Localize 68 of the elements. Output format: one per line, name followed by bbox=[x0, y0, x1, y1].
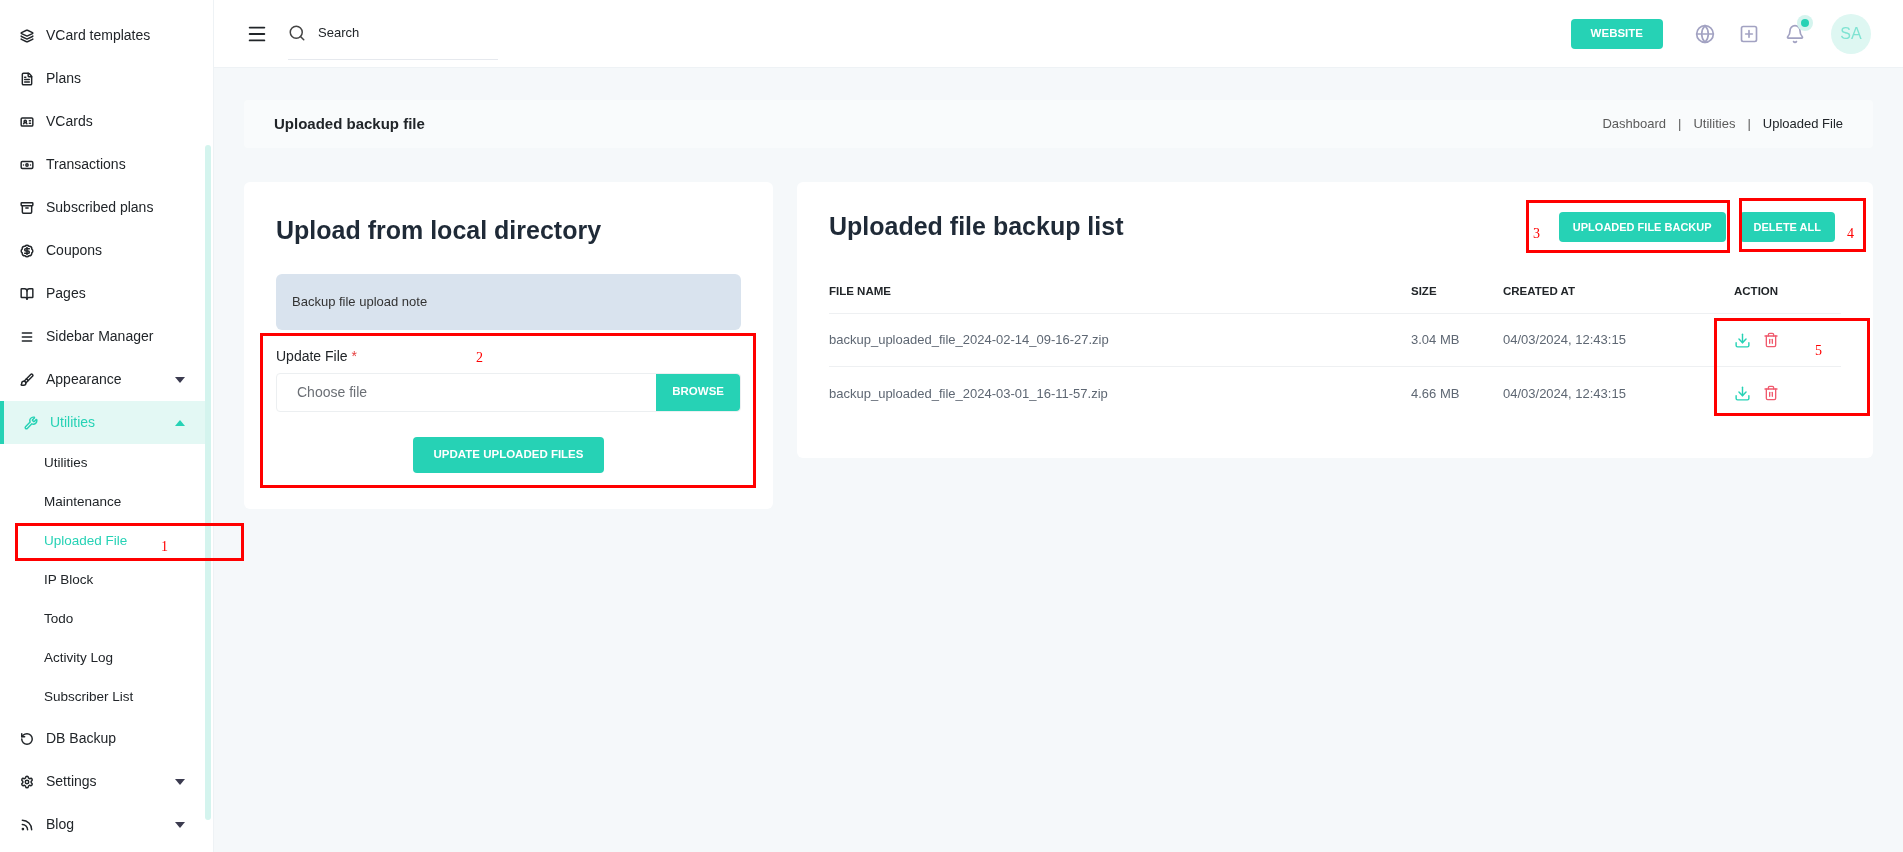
date-cell: 04/03/2024, 12:43:15 bbox=[1503, 366, 1734, 420]
sidebar-item[interactable]: Sidebar Manager bbox=[0, 315, 205, 358]
sidebar-item[interactable]: Settings bbox=[0, 760, 205, 803]
field-label: Update File * bbox=[276, 346, 357, 366]
money-bag-icon bbox=[20, 243, 34, 258]
layers-icon bbox=[20, 28, 34, 43]
book-icon bbox=[20, 286, 34, 301]
column-header: SIZE bbox=[1411, 269, 1503, 314]
sidebar-subitem[interactable]: Utilities bbox=[44, 453, 88, 474]
caret-icon bbox=[175, 821, 185, 828]
size-cell: 4.66 MB bbox=[1411, 366, 1503, 420]
annotation-number: 3 bbox=[1533, 225, 1540, 243]
sidebar-item[interactable]: Appearance bbox=[0, 358, 205, 401]
file-input[interactable]: Choose file bbox=[277, 373, 657, 411]
annotation-number: 4 bbox=[1847, 225, 1854, 243]
caret-icon bbox=[175, 778, 185, 785]
document-icon bbox=[20, 71, 34, 86]
sidebar-item[interactable]: VCard templates bbox=[0, 14, 205, 57]
column-header: CREATED AT bbox=[1503, 269, 1734, 314]
id-card-icon bbox=[20, 114, 34, 129]
column-header: FILE NAME bbox=[829, 269, 1411, 314]
search-field[interactable]: Search bbox=[288, 7, 498, 60]
breadcrumb-link[interactable]: Utilities bbox=[1693, 114, 1736, 134]
caret-icon bbox=[175, 376, 185, 383]
list-icon bbox=[20, 329, 34, 344]
sidebar-subitem[interactable]: Maintenance bbox=[44, 492, 122, 513]
page-title: Uploaded backup file bbox=[274, 113, 425, 134]
plus-square-icon[interactable] bbox=[1739, 23, 1759, 44]
file-name-cell: backup_uploaded_file_2024-02-14_09-16-27.zip bbox=[829, 313, 1411, 367]
sidebar-subitem[interactable]: Subscriber List bbox=[44, 687, 134, 708]
brush-icon bbox=[20, 372, 34, 387]
size-cell: 3.04 MB bbox=[1411, 313, 1503, 367]
sidebar-subitem[interactable]: Activity Log bbox=[44, 648, 114, 669]
card-title: Upload from local directory bbox=[276, 215, 603, 246]
trash-icon[interactable] bbox=[1763, 332, 1779, 348]
search-input[interactable]: Search bbox=[318, 23, 468, 43]
download-icon[interactable] bbox=[1734, 331, 1751, 349]
date-cell: 04/03/2024, 12:43:15 bbox=[1503, 313, 1734, 367]
sidebar-item[interactable]: Plans bbox=[0, 57, 205, 100]
feed-icon bbox=[20, 817, 34, 832]
caret-icon bbox=[175, 419, 185, 426]
annotation-number: 2 bbox=[476, 349, 483, 367]
globe-icon[interactable] bbox=[1695, 23, 1715, 44]
sidebar-subitem[interactable]: IP Block bbox=[44, 570, 94, 591]
sidebar-item[interactable]: DB Backup bbox=[0, 717, 205, 760]
settings-icon bbox=[20, 774, 34, 789]
sidebar-item[interactable]: Blog bbox=[0, 803, 205, 846]
sidebar-item[interactable]: VCards bbox=[0, 100, 205, 143]
trash-icon[interactable] bbox=[1763, 385, 1779, 402]
download-icon[interactable] bbox=[1734, 384, 1751, 402]
card-title: Uploaded file backup list bbox=[829, 211, 1124, 242]
note-box: Backup file upload note bbox=[276, 273, 741, 330]
wrench-icon bbox=[24, 415, 38, 430]
file-name-cell: backup_uploaded_file_2024-03-01_16-11-57.zip bbox=[829, 366, 1411, 420]
annotation-number: 5 bbox=[1815, 342, 1822, 360]
breadcrumb-separator: | bbox=[1747, 115, 1751, 134]
sidebar-item[interactable]: Coupons bbox=[0, 229, 205, 272]
sidebar-item[interactable]: Transactions bbox=[0, 143, 205, 186]
sidebar-item[interactable]: Pages bbox=[0, 272, 205, 315]
restore-icon bbox=[20, 731, 34, 746]
column-header: ACTION bbox=[1734, 269, 1841, 314]
breadcrumb-separator: | bbox=[1678, 115, 1682, 134]
annotation-number: 1 bbox=[161, 538, 168, 556]
search-icon bbox=[288, 24, 306, 42]
archive-icon bbox=[20, 200, 34, 215]
sidebar-subitem[interactable]: Todo bbox=[44, 609, 74, 630]
breadcrumb-link[interactable]: Dashboard bbox=[1602, 114, 1667, 134]
sidebar-item[interactable]: Subscribed plans bbox=[0, 186, 205, 229]
